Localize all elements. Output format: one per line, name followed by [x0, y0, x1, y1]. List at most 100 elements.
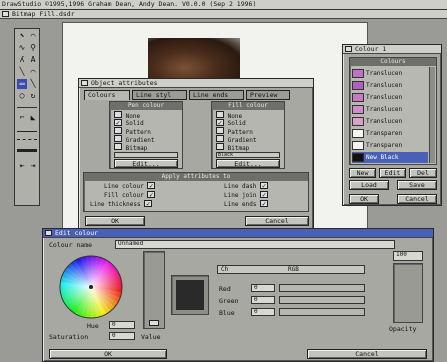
crop-tool-icon[interactable]: ⌐ [17, 113, 27, 123]
colour-load-button[interactable]: Load [349, 180, 389, 190]
colour-list-item[interactable]: Transparen [352, 140, 428, 151]
colour-list-item[interactable]: New Black [352, 152, 428, 163]
tab-colours[interactable]: Colours [84, 90, 130, 100]
attributes-ok-button[interactable]: OK [85, 216, 145, 226]
rotate-tool-icon[interactable]: ↻ [28, 91, 38, 101]
document-title: Bitmap Fill.dsdr [12, 10, 75, 18]
diagonal-tool-icon[interactable]: ╲ [28, 79, 38, 89]
wheel-picker-icon [89, 285, 93, 289]
text-tool-icon[interactable]: ʎ [17, 55, 27, 65]
fill-colour-swatch[interactable]: Black [216, 152, 280, 158]
line-style-dash-icon[interactable] [17, 139, 37, 140]
colour-list-scrollbar[interactable] [429, 67, 435, 163]
opacity-slider[interactable] [393, 263, 423, 323]
colour-wheel[interactable] [59, 255, 123, 319]
line-style-solid-icon[interactable] [17, 131, 37, 132]
colour-swatch [352, 69, 364, 78]
blue-slider[interactable] [279, 308, 365, 316]
colour-name-label: Colour name [49, 241, 93, 249]
edit-colour-window: Edit colour Colour name Unnamed Hue 0 Sa… [42, 228, 434, 362]
ellipse-tool-icon[interactable]: ◯ [17, 91, 27, 101]
apply-line-dash[interactable]: Line dash ✓ [224, 182, 269, 190]
tool-divider [17, 107, 37, 108]
select-arrow-icon[interactable]: ⬉ [17, 31, 27, 41]
green-label: Green [219, 297, 239, 305]
edit-colour-title: Edit colour [55, 229, 99, 237]
pen-edit-button[interactable]: Edit... [114, 159, 178, 168]
tab-line-style[interactable]: Line styl [132, 90, 187, 100]
green-slider[interactable] [279, 296, 365, 304]
colour-list-item[interactable]: Translucen [352, 116, 428, 127]
check-icon: ✓ [144, 200, 153, 208]
pen-option-bitmap[interactable]: Bitmap [114, 143, 147, 152]
close-icon[interactable] [81, 80, 88, 86]
tool-palette: ⬉ ⌒ ∿ ⚲ ʎ A ╲ ⌒ ▭ ╲ ◯ ↻ ⌐ ◣ ⇤ ⇥ [14, 28, 40, 206]
fill-option-bitmap[interactable]: Bitmap [216, 143, 249, 152]
edit-colour-cancel-button[interactable]: Cancel [307, 349, 427, 359]
colour-list-item[interactable]: Translucen [352, 92, 428, 103]
colour-item-label: Translucen [366, 118, 403, 125]
blue-label: Blue [219, 309, 235, 317]
apply-fill-colour[interactable]: Fill colour ✓ [104, 191, 156, 199]
colour-name-input[interactable]: Unnamed [115, 240, 395, 249]
colour-mode-cycle[interactable]: Ch RGB [217, 265, 365, 274]
red-slider[interactable] [279, 284, 365, 292]
saturation-input[interactable]: 0 [109, 332, 135, 340]
red-label: Red [219, 285, 231, 293]
rectangle-tool-icon[interactable]: ▭ [17, 79, 27, 89]
opacity-field[interactable]: 100 [393, 251, 423, 261]
check-icon: ✓ [147, 191, 156, 199]
arrow-right-icon[interactable]: ⇥ [28, 161, 38, 171]
colour-list-item[interactable]: Translucen [352, 104, 428, 115]
colour-item-label: New Black [366, 154, 399, 161]
magnify-icon[interactable]: ⚲ [28, 43, 38, 53]
screen-title-bar: DrawStudio ©1995,1996 Graham Dean, Andy … [0, 0, 447, 10]
apply-line-thickness[interactable]: Line thickness ✓ [90, 200, 153, 208]
apply-line-colour[interactable]: Line colour ✓ [104, 182, 156, 190]
pen-option-solid[interactable]: ✓ Solid [114, 119, 144, 127]
colours-list: Colours Translucen Translucen Translucen Tr… [349, 57, 437, 165]
apply-line-ends[interactable]: Line ends ✓ [224, 200, 269, 208]
close-icon[interactable] [2, 11, 9, 17]
line-tool-icon[interactable]: ╲ [17, 67, 27, 77]
colour-swatch [352, 81, 364, 90]
tab-line-ends[interactable]: Line ends [189, 90, 244, 100]
attributes-cancel-button[interactable]: Cancel [245, 216, 309, 226]
hue-input[interactable]: 0 [109, 321, 135, 329]
pen-colour-swatch[interactable] [114, 152, 178, 158]
text-a-icon[interactable]: A [28, 55, 38, 65]
freehand-tool-icon[interactable]: ∿ [17, 43, 27, 53]
curve-tool-icon[interactable]: ⌒ [28, 67, 38, 77]
opacity-label: Opacity [389, 325, 417, 333]
value-slider-knob[interactable] [149, 320, 159, 326]
fill-option-solid[interactable]: ✓ Solid [216, 119, 246, 127]
colour-list-item[interactable]: Translucen [352, 80, 428, 91]
colour-item-label: Translucen [366, 106, 403, 113]
mode-cycle-icon: Ch [221, 266, 229, 273]
arrow-left-icon[interactable]: ⇤ [17, 161, 27, 171]
colour-list-item[interactable]: Transparen [352, 128, 428, 139]
colour-list-item[interactable]: Translucen [352, 68, 428, 79]
colour-save-button[interactable]: Save [397, 180, 437, 190]
arc-tool-icon[interactable]: ⌒ [28, 31, 38, 41]
colour-item-label: Translucen [366, 70, 403, 77]
red-input[interactable]: 0 [251, 284, 275, 292]
close-icon[interactable] [345, 46, 352, 52]
value-label: Value [141, 333, 161, 341]
close-icon[interactable] [45, 230, 52, 236]
edit-colour-ok-button[interactable]: OK [49, 349, 167, 359]
fill-edit-button[interactable]: Edit... [216, 159, 280, 168]
colour-cancel-button[interactable]: Cancel [397, 194, 437, 204]
value-slider[interactable] [143, 251, 165, 329]
colour-edit-button[interactable]: Edit [379, 168, 406, 178]
colour-new-button[interactable]: New [349, 168, 376, 178]
document-title-bar: Bitmap Fill.dsdr [0, 10, 447, 19]
tab-preview[interactable]: Preview [246, 90, 290, 100]
node-tool-icon[interactable]: ◣ [28, 113, 38, 123]
colour-ok-button[interactable]: OK [349, 194, 379, 204]
blue-input[interactable]: 0 [251, 308, 275, 316]
green-input[interactable]: 0 [251, 296, 275, 304]
apply-line-join[interactable]: Line join ✓ [224, 191, 269, 199]
line-style-thick-icon[interactable] [17, 149, 37, 152]
colour-delete-button[interactable]: Del [409, 168, 437, 178]
